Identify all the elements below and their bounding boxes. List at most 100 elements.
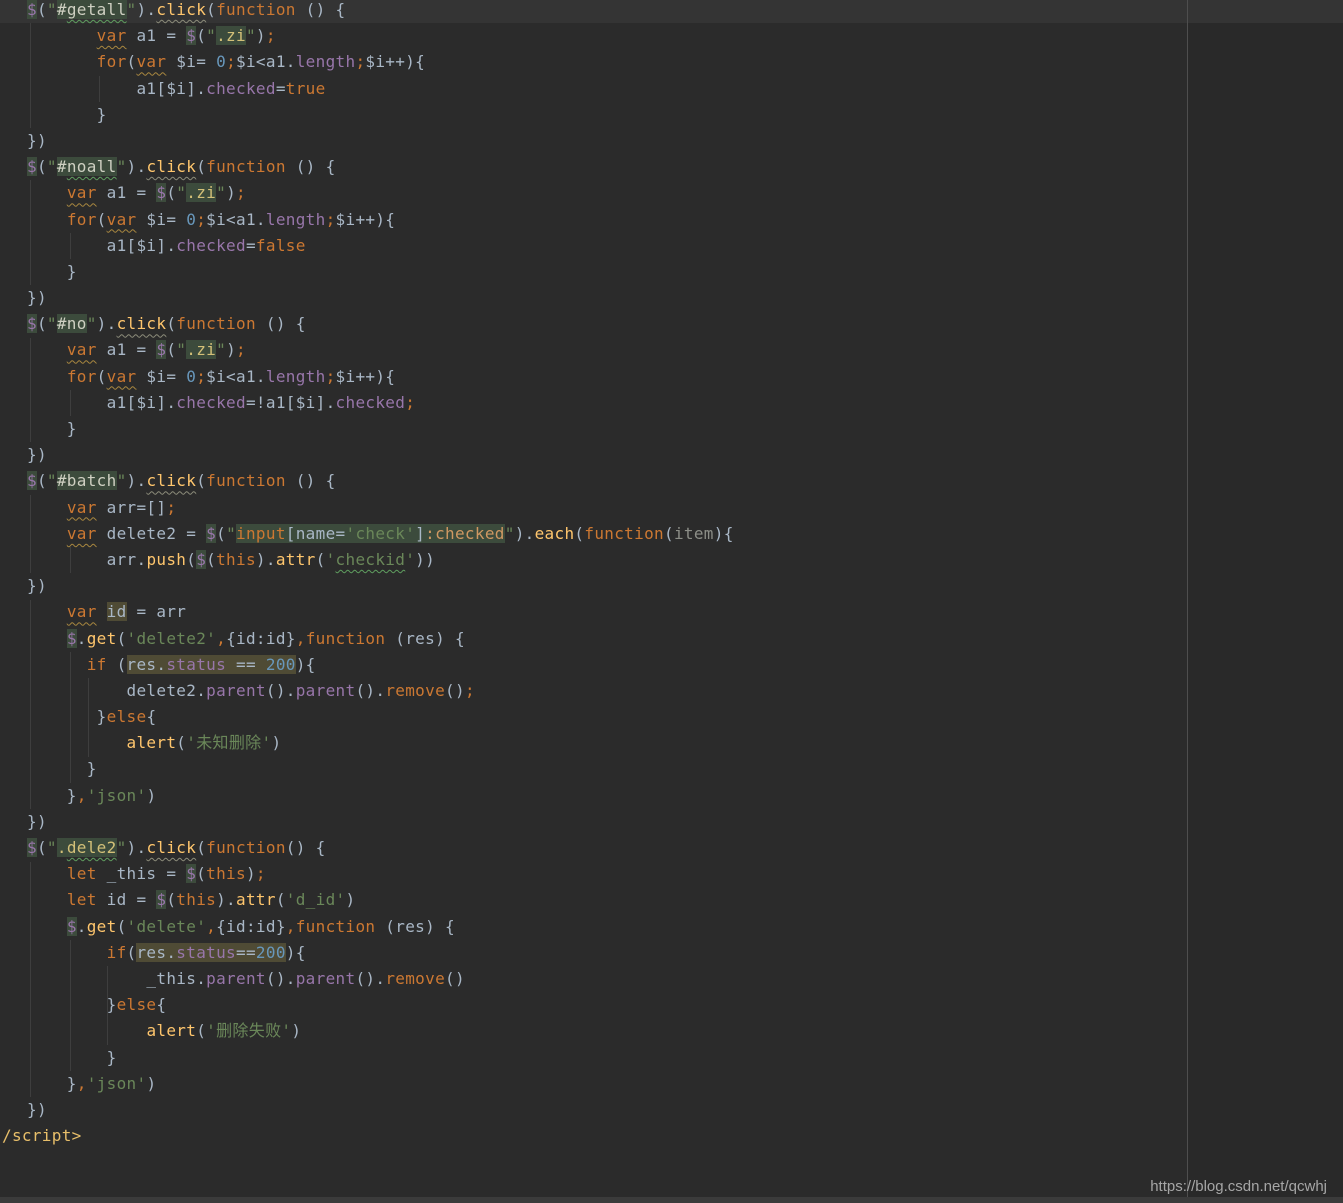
code-token: var (136, 52, 166, 71)
code-line[interactable]: alert('删除失败') (0, 1018, 1343, 1044)
code-token: ; (196, 367, 206, 386)
code-token: alert (127, 733, 177, 752)
code-token: ( (127, 52, 137, 71)
code-line[interactable]: } (0, 259, 1343, 285)
code-line[interactable]: $.get('delete2',{id:id},function (res) { (0, 626, 1343, 652)
code-line[interactable]: delete2.parent().parent().remove(); (0, 678, 1343, 704)
code-token: () (445, 681, 465, 700)
code-line[interactable]: var a1 = $(".zi"); (0, 337, 1343, 363)
code-line[interactable]: }) (0, 1097, 1343, 1123)
code-token: " (47, 0, 57, 19)
code-token: $i<a1. (206, 367, 266, 386)
code-line[interactable]: $("#batch").click(function () { (0, 468, 1343, 494)
code-token: ) (346, 890, 356, 909)
code-line[interactable]: }else{ (0, 704, 1343, 730)
code-token: 0 (186, 367, 196, 386)
code-line[interactable]: $.get('delete',{id:id},function (res) { (0, 914, 1343, 940)
code-line[interactable]: var a1 = $(".zi"); (0, 180, 1343, 206)
code-token: attr (276, 550, 316, 569)
code-token: " (117, 471, 127, 490)
code-line[interactable]: for(var $i= 0;$i<a1.length;$i++){ (0, 207, 1343, 233)
code-token: ). (127, 471, 147, 490)
code-line[interactable]: }) (0, 128, 1343, 154)
code-line[interactable]: }) (0, 809, 1343, 835)
code-line[interactable]: _this.parent().parent().remove() (0, 966, 1343, 992)
code-token: ){ (286, 943, 306, 962)
code-token: _this = (97, 864, 187, 883)
code-token: " (87, 314, 97, 333)
code-token: true (286, 79, 326, 98)
code-token: ( (37, 157, 47, 176)
code-token: 200 (256, 943, 286, 962)
code-line[interactable]: a1[$i].checked=true (0, 76, 1343, 102)
bottom-edge-strip (0, 1197, 1343, 1203)
code-line[interactable]: }) (0, 573, 1343, 599)
code-token: ) (291, 1021, 301, 1040)
code-line[interactable]: } (0, 1045, 1343, 1071)
code-token: $ (27, 157, 37, 176)
code-token: . (77, 917, 87, 936)
code-token: " (127, 0, 137, 19)
code-token: ( (37, 314, 47, 333)
code-token: = (276, 79, 286, 98)
code-editor[interactable]: $("#getall").click(function () { var a1 … (0, 0, 1343, 1149)
code-token: , (206, 917, 216, 936)
code-line[interactable]: var a1 = $(".zi"); (0, 23, 1343, 49)
code-line[interactable]: var id = arr (0, 599, 1343, 625)
code-line[interactable]: } (0, 756, 1343, 782)
code-line[interactable]: a1[$i].checked=!a1[$i].checked; (0, 390, 1343, 416)
code-line[interactable]: $("#no").click(function () { (0, 311, 1343, 337)
code-line[interactable]: }) (0, 285, 1343, 311)
code-token: ( (206, 550, 216, 569)
code-token: " (47, 314, 57, 333)
code-token: arr. (27, 550, 146, 569)
code-line[interactable]: } (0, 416, 1343, 442)
code-line[interactable]: },'json') (0, 783, 1343, 809)
code-token: ) (246, 864, 256, 883)
code-line[interactable]: for(var $i= 0;$i<a1.length;$i++){ (0, 49, 1343, 75)
code-token: . (57, 838, 67, 857)
code-line[interactable]: }else{ (0, 992, 1343, 1018)
code-token: } (27, 105, 107, 124)
code-token: delete2. (27, 681, 206, 700)
code-token: alert (146, 1021, 196, 1040)
code-token: for (97, 52, 127, 71)
code-line[interactable]: $(".dele2").click(function() { (0, 835, 1343, 861)
code-token: ){ (296, 655, 316, 674)
code-token (27, 367, 67, 386)
code-token: ( (574, 524, 584, 543)
code-line[interactable]: }) (0, 442, 1343, 468)
code-line[interactable]: },'json') (0, 1071, 1343, 1097)
code-line[interactable]: var delete2 = $("input[name='check']:che… (0, 521, 1343, 547)
code-token: ) (256, 26, 266, 45)
code-line[interactable]: if (res.status == 200){ (0, 652, 1343, 678)
code-token: ( (107, 655, 127, 674)
code-token: == (226, 655, 266, 674)
code-token: .zi (216, 26, 246, 45)
code-token: $i<a1. (206, 210, 266, 229)
code-token: = arr (127, 602, 187, 621)
code-line[interactable]: for(var $i= 0;$i<a1.length;$i++){ (0, 364, 1343, 390)
code-token: ; (326, 210, 336, 229)
code-token (27, 210, 67, 229)
code-token: #batch (57, 471, 117, 490)
code-line[interactable]: arr.push($(this).attr('checkid')) (0, 547, 1343, 573)
code-token (27, 917, 67, 936)
code-token: click (146, 838, 196, 857)
code-line[interactable]: alert('未知删除') (0, 730, 1343, 756)
code-line[interactable]: if(res.status==200){ (0, 940, 1343, 966)
code-token: ) (226, 340, 236, 359)
code-token: var (107, 367, 137, 386)
code-token: let (67, 864, 97, 883)
code-line[interactable]: a1[$i].checked=false (0, 233, 1343, 259)
code-token: ( (196, 26, 206, 45)
code-line[interactable]: } (0, 102, 1343, 128)
code-token: ) (146, 786, 156, 805)
code-token: ' (326, 550, 336, 569)
code-line[interactable]: let _this = $(this); (0, 861, 1343, 887)
code-line[interactable]: $("#getall").click(function () { (0, 0, 1343, 23)
code-line[interactable]: var arr=[]; (0, 495, 1343, 521)
code-line[interactable]: /script> (0, 1123, 1343, 1149)
code-line[interactable]: $("#noall").click(function () { (0, 154, 1343, 180)
code-line[interactable]: let id = $(this).attr('d_id') (0, 887, 1343, 913)
